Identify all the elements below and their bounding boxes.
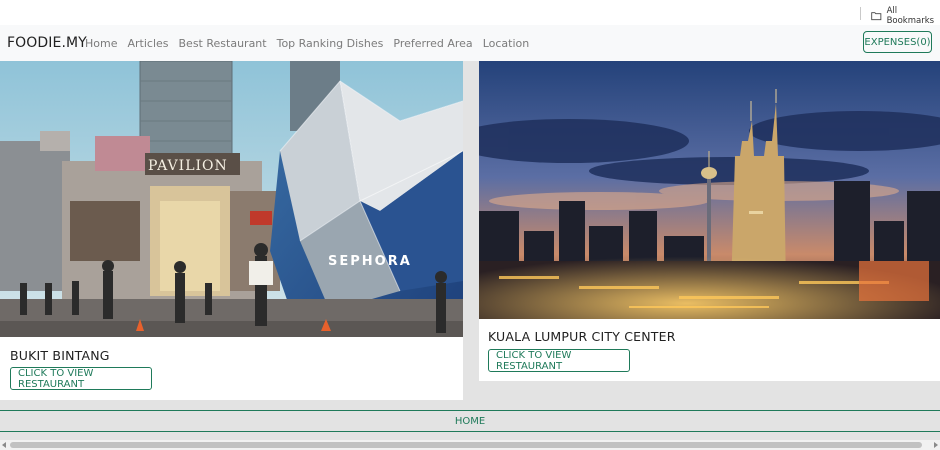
bukit-bintang-photo: PAVILION SEPHORA: [0, 61, 463, 337]
scroll-left-arrow-icon[interactable]: [2, 442, 6, 448]
scrollbar-thumb[interactable]: [10, 442, 922, 448]
area-card-bukit-bintang: PAVILION SEPHORA BUKIT BINTANG CLICK TO …: [0, 61, 463, 400]
scroll-right-arrow-icon[interactable]: [934, 442, 938, 448]
all-bookmarks-button[interactable]: All Bookmarks: [871, 6, 940, 26]
photo-sign-pavilion: PAVILION: [148, 158, 228, 174]
site-navbar: FOODIE.MY Home Articles Best Restaurant …: [0, 25, 940, 61]
nav-links: Home Articles Best Restaurant Top Rankin…: [85, 37, 539, 50]
area-card-klcc: KUALA LUMPUR CITY CENTER CLICK TO VIEW R…: [479, 61, 940, 381]
horizontal-scrollbar[interactable]: [0, 440, 940, 450]
view-restaurant-button-bukit-bintang[interactable]: CLICK TO VIEW RESTAURANT: [10, 367, 152, 390]
card-title-klcc: KUALA LUMPUR CITY CENTER: [488, 329, 676, 344]
bookmarks-bar: All Bookmarks: [0, 0, 940, 26]
expenses-button[interactable]: EXPENSES(0): [863, 31, 932, 53]
nav-link-home[interactable]: Home: [85, 37, 117, 50]
photo-sign-sephora: SEPHORA: [328, 254, 412, 269]
brand-logo[interactable]: FOODIE.MY: [7, 35, 87, 51]
nav-link-best-restaurant[interactable]: Best Restaurant: [179, 37, 267, 50]
footer-home-link[interactable]: HOME: [0, 410, 940, 432]
card-title-bukit-bintang: BUKIT BINTANG: [10, 348, 110, 363]
nav-link-preferred-area[interactable]: Preferred Area: [393, 37, 472, 50]
nav-link-articles[interactable]: Articles: [127, 37, 168, 50]
bookmarks-separator: [860, 7, 861, 20]
klcc-photo: [479, 61, 940, 319]
nav-link-top-ranking-dishes[interactable]: Top Ranking Dishes: [277, 37, 384, 50]
nav-link-location[interactable]: Location: [483, 37, 530, 50]
view-restaurant-button-klcc[interactable]: CLICK TO VIEW RESTAURANT: [488, 349, 630, 372]
all-bookmarks-label: All Bookmarks: [886, 6, 935, 26]
folder-icon: [871, 12, 882, 21]
